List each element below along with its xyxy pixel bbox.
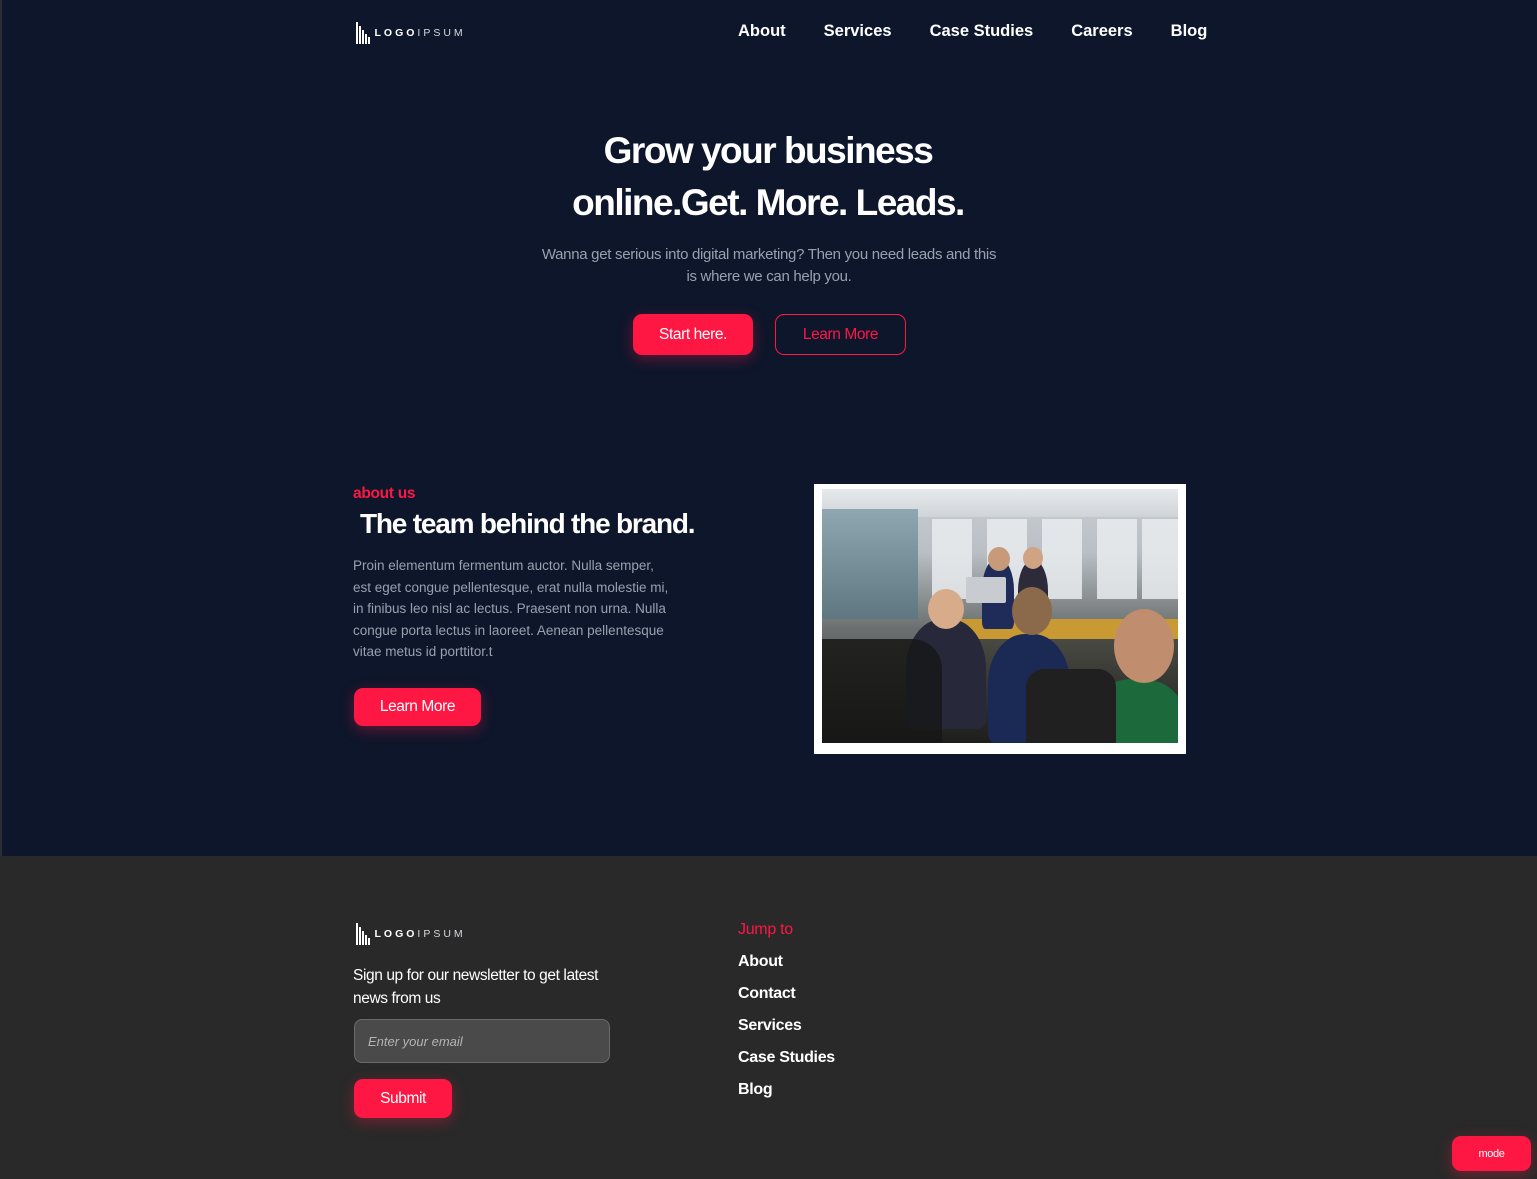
about-eyebrow: about us bbox=[353, 485, 416, 502]
submit-button[interactable]: Submit bbox=[354, 1079, 452, 1118]
header-logo[interactable]: LOGOIPSUM bbox=[356, 22, 466, 44]
nav-links: About Services Case Studies Careers Blog bbox=[738, 22, 1207, 41]
nav-link-careers[interactable]: Careers bbox=[1071, 22, 1132, 41]
logo-icon bbox=[356, 923, 370, 945]
nav-link-blog[interactable]: Blog bbox=[1171, 22, 1208, 41]
logo-icon bbox=[356, 22, 370, 44]
logo-wordmark: LOGOIPSUM bbox=[374, 27, 466, 39]
team-photo-frame bbox=[814, 484, 1186, 754]
footer-logo[interactable]: LOGOIPSUM bbox=[356, 923, 466, 945]
email-input[interactable] bbox=[354, 1019, 610, 1063]
hero-subtitle: Wanna get serious into digital marketing… bbox=[541, 246, 997, 285]
hero-learn-more-button[interactable]: Learn More bbox=[775, 314, 906, 355]
footer-links: About Contact Services Case Studies Blog bbox=[738, 952, 835, 1112]
hero-title: Grow your business online.Get. More. Lea… bbox=[468, 125, 1068, 229]
hero-title-line1: Grow your business bbox=[603, 130, 934, 171]
top-navbar: LOGOIPSUM About Services Case Studies Ca… bbox=[0, 0, 1537, 66]
footer: LOGOIPSUM Sign up for our newsletter to … bbox=[0, 856, 1537, 1179]
footer-link-services[interactable]: Services bbox=[738, 1016, 835, 1048]
footer-link-contact[interactable]: Contact bbox=[738, 984, 835, 1016]
newsletter-blurb: Sign up for our newsletter to get latest… bbox=[353, 967, 599, 1007]
nav-link-about[interactable]: About bbox=[738, 22, 786, 41]
nav-link-services[interactable]: Services bbox=[824, 22, 892, 41]
team-office-photo bbox=[822, 489, 1178, 743]
about-learn-more-button[interactable]: Learn More bbox=[354, 688, 481, 726]
logo-wordmark: LOGOIPSUM bbox=[374, 928, 466, 940]
about-body: Proin elementum fermentum auctor. Nulla … bbox=[353, 558, 669, 660]
start-here-button[interactable]: Start here. bbox=[633, 314, 753, 355]
footer-link-about[interactable]: About bbox=[738, 952, 835, 984]
footer-link-case-studies[interactable]: Case Studies bbox=[738, 1048, 835, 1080]
hero-title-line2: online.Get. More. Leads. bbox=[572, 182, 965, 223]
mode-toggle-button[interactable]: mode bbox=[1452, 1136, 1531, 1171]
page-edge bbox=[0, 0, 2, 856]
nav-link-case-studies[interactable]: Case Studies bbox=[930, 22, 1034, 41]
jump-to-heading: Jump to bbox=[738, 921, 793, 938]
about-title: The team behind the brand. bbox=[360, 508, 696, 539]
footer-link-blog[interactable]: Blog bbox=[738, 1080, 835, 1112]
